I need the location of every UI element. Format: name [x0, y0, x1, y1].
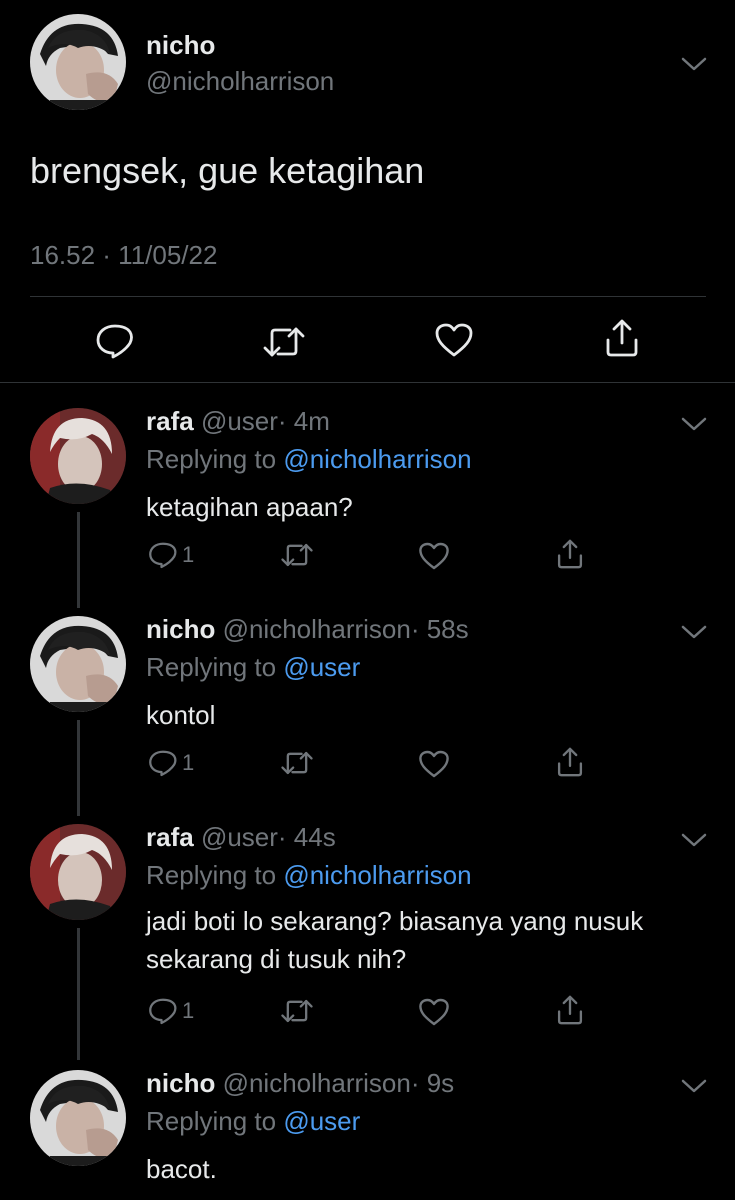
- author-handle[interactable]: @user: [201, 406, 278, 436]
- author-handle[interactable]: @nicholharrison: [223, 614, 411, 644]
- like-button[interactable]: [418, 541, 450, 571]
- main-tweet: nicho @nicholharrison brengsek, gue keta…: [0, 0, 735, 383]
- share-icon: [557, 995, 583, 1025]
- like-button[interactable]: [418, 997, 450, 1027]
- replying-to: Replying to @user: [146, 1106, 360, 1137]
- mention-link[interactable]: @nicholharrison: [283, 860, 471, 890]
- retweet-button[interactable]: [280, 750, 314, 776]
- reply-count: 1: [182, 542, 195, 567]
- reply-tweet[interactable]: nicho @nicholharrison· 58s Replying to @…: [0, 598, 735, 808]
- reply-time: · 4m: [277, 406, 330, 436]
- reply-icon: [149, 542, 177, 569]
- heart-icon: [435, 323, 473, 357]
- mention-link[interactable]: @user: [283, 652, 360, 682]
- reply-button[interactable]: 1: [148, 540, 194, 570]
- author-name[interactable]: rafa: [146, 822, 194, 852]
- replying-label: Replying to: [146, 1106, 277, 1136]
- like-button[interactable]: [418, 749, 450, 779]
- author-name[interactable]: nicho: [146, 1068, 215, 1098]
- mention-link[interactable]: @user: [283, 1106, 360, 1136]
- author-handle[interactable]: @nicholharrison: [223, 1068, 411, 1098]
- reply-tweet[interactable]: rafa @user· 4m Replying to @nicholharris…: [0, 390, 735, 600]
- chevron-down-icon[interactable]: [680, 832, 708, 848]
- reply-text: jadi boti lo sekarang? biasanya yang nus…: [146, 906, 644, 974]
- replying-label: Replying to: [146, 652, 277, 682]
- author-handle[interactable]: @user: [201, 822, 278, 852]
- author-name[interactable]: nicho: [146, 30, 215, 61]
- reply-button[interactable]: 1: [148, 748, 194, 778]
- reply-text: bacot.: [146, 1154, 217, 1184]
- reply-icon: [96, 324, 133, 359]
- share-button[interactable]: [556, 994, 584, 1026]
- reply-tweet[interactable]: nicho @nicholharrison· 9s Replying to @u…: [0, 1052, 735, 1200]
- reply-button[interactable]: 1: [148, 996, 194, 1026]
- replying-label: Replying to: [146, 860, 277, 890]
- share-button[interactable]: [604, 318, 640, 358]
- retweet-icon: [281, 543, 313, 567]
- reply-text: kontol: [146, 700, 216, 730]
- reply-header: rafa @user· 4m: [146, 406, 330, 437]
- retweet-icon: [263, 327, 305, 357]
- reply-text: ketagihan apaan?: [146, 492, 353, 522]
- mention-link[interactable]: @nicholharrison: [283, 444, 471, 474]
- reply-count: 1: [182, 998, 195, 1023]
- reply-button[interactable]: [95, 323, 135, 359]
- share-icon: [557, 539, 583, 569]
- avatar[interactable]: [30, 14, 126, 110]
- reply-header: nicho @nicholharrison· 9s: [146, 1068, 454, 1099]
- replying-label: Replying to: [146, 444, 277, 474]
- replying-to: Replying to @nicholharrison: [146, 860, 472, 891]
- avatar[interactable]: [30, 1070, 126, 1166]
- replying-to: Replying to @user: [146, 652, 360, 683]
- retweet-icon: [281, 999, 313, 1023]
- like-button[interactable]: [434, 322, 474, 358]
- author-name[interactable]: rafa: [146, 406, 194, 436]
- reply-header: nicho @nicholharrison· 58s: [146, 614, 469, 645]
- reply-tweet[interactable]: rafa @user· 44s Replying to @nicholharri…: [0, 806, 735, 1056]
- reply-header: rafa @user· 44s: [146, 822, 336, 853]
- reply-icon: [149, 750, 177, 777]
- reply-icon: [149, 998, 177, 1025]
- reply-time: · 44s: [277, 822, 336, 852]
- avatar[interactable]: [30, 408, 126, 504]
- heart-icon: [419, 542, 449, 570]
- chevron-down-icon[interactable]: [680, 416, 708, 432]
- share-button[interactable]: [556, 746, 584, 778]
- author-handle[interactable]: @nicholharrison: [146, 66, 334, 97]
- divider: [30, 296, 706, 297]
- heart-icon: [419, 998, 449, 1026]
- retweet-button[interactable]: [262, 325, 306, 359]
- share-icon: [606, 319, 638, 357]
- retweet-button[interactable]: [280, 998, 314, 1024]
- chevron-down-icon[interactable]: [680, 1078, 708, 1094]
- tweet-text: brengsek, gue ketagihan: [30, 150, 425, 191]
- chevron-down-icon[interactable]: [680, 624, 708, 640]
- share-icon: [557, 747, 583, 777]
- tweet-timestamp[interactable]: 16.52 · 11/05/22: [30, 240, 217, 271]
- replying-to: Replying to @nicholharrison: [146, 444, 472, 475]
- retweet-button[interactable]: [280, 542, 314, 568]
- retweet-icon: [281, 751, 313, 775]
- reply-time: · 58s: [410, 614, 469, 644]
- avatar[interactable]: [30, 824, 126, 920]
- reply-count: 1: [182, 750, 195, 775]
- heart-icon: [419, 750, 449, 778]
- author-name[interactable]: nicho: [146, 614, 215, 644]
- chevron-down-icon[interactable]: [680, 56, 708, 72]
- avatar[interactable]: [30, 616, 126, 712]
- reply-time: · 9s: [410, 1068, 455, 1098]
- share-button[interactable]: [556, 538, 584, 570]
